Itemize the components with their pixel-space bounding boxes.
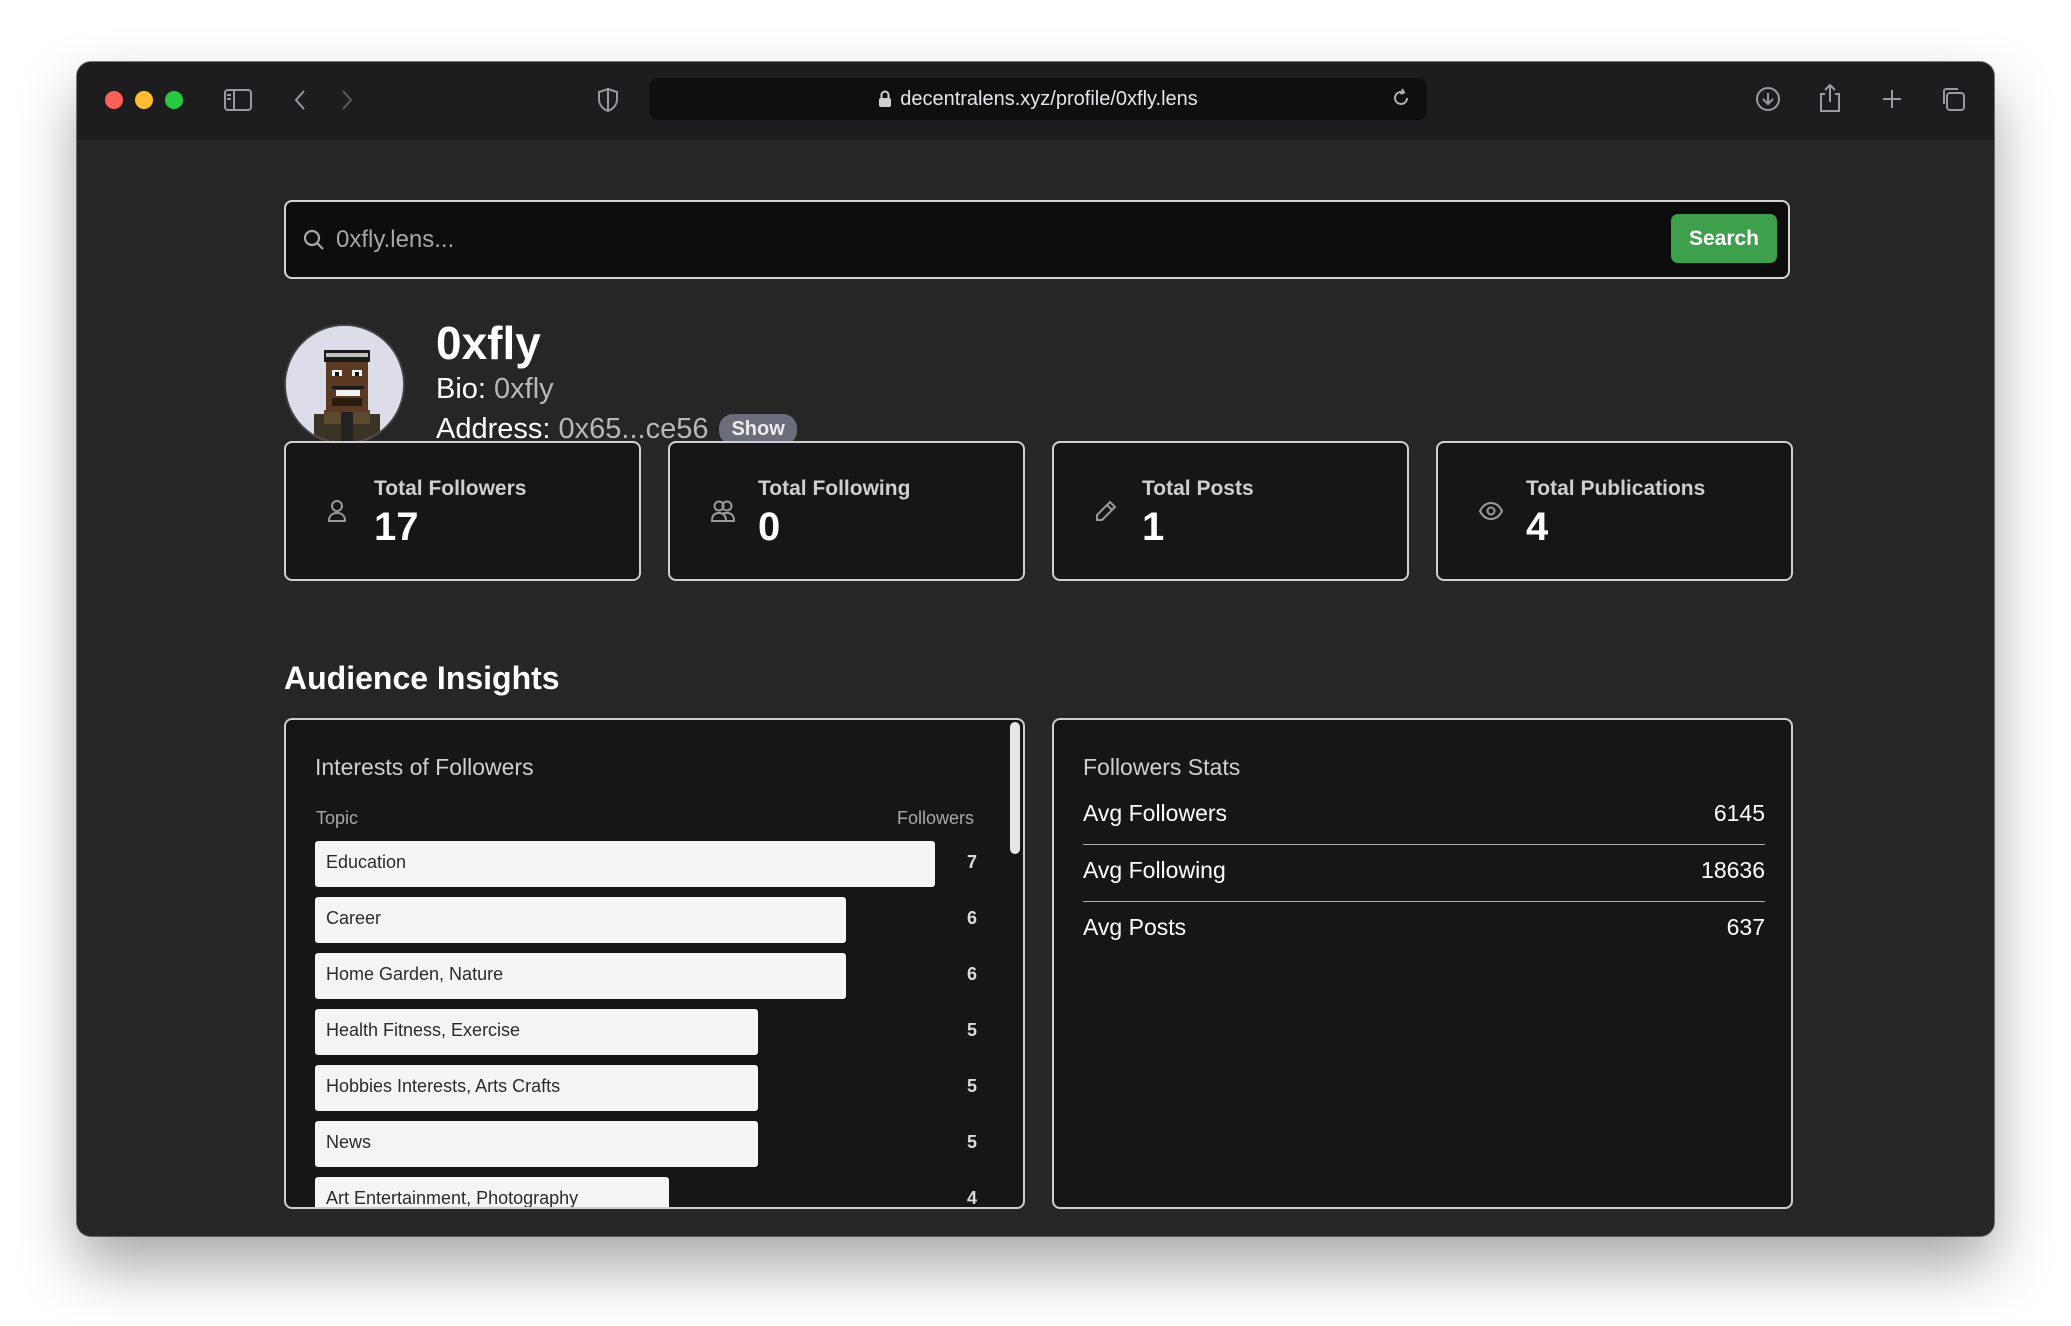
interest-bar <box>315 1121 758 1167</box>
profile-name: 0xfly <box>436 317 541 369</box>
forward-icon[interactable] <box>335 85 359 115</box>
interest-count: 5 <box>966 1132 977 1152</box>
interest-topic: Career <box>326 908 382 928</box>
interest-count: 6 <box>966 964 977 984</box>
column-header-topic: Topic <box>316 808 359 828</box>
interest-count: 5 <box>966 1020 977 1040</box>
interest-row: Hobbies Interests, Arts Crafts 5 <box>315 1065 977 1111</box>
interest-count: 5 <box>966 1076 977 1096</box>
stats-row-value: 637 <box>1726 914 1765 940</box>
search-button[interactable]: Search <box>1671 214 1777 263</box>
browser-toolbar: decentralens.xyz/profile/0xfly.lens <box>77 62 1994 140</box>
share-icon[interactable] <box>1815 81 1845 115</box>
interest-bar <box>315 841 935 887</box>
interest-topic: Health Fitness, Exercise <box>326 1020 521 1040</box>
minimize-window-button[interactable] <box>135 91 153 109</box>
bio-value: 0xfly <box>494 373 554 405</box>
stat-value: 0 <box>758 505 781 549</box>
shield-icon[interactable] <box>595 85 621 115</box>
stats-row: Avg Followers 6145 <box>1083 788 1765 845</box>
page-content: Search 0xfly Bio: 0xfly <box>77 140 1994 1236</box>
zoom-window-button[interactable] <box>165 91 183 109</box>
avatar <box>284 324 405 445</box>
sidebar-toggle-icon[interactable] <box>222 85 254 115</box>
back-icon[interactable] <box>288 85 312 115</box>
stats-row-label: Avg Followers <box>1083 800 1228 826</box>
stats-row-value: 18636 <box>1701 857 1765 883</box>
pencil-icon <box>1094 499 1118 528</box>
interest-row: Education 7 <box>315 841 977 887</box>
interest-topic: Education <box>326 852 407 872</box>
stats-row-label: Avg Posts <box>1083 914 1187 940</box>
scrollbar[interactable] <box>1010 722 1020 854</box>
address-bar[interactable]: decentralens.xyz/profile/0xfly.lens <box>649 78 1427 120</box>
stat-value: 17 <box>374 505 419 549</box>
users-icon <box>710 499 736 528</box>
interest-row: Career 6 <box>315 897 977 943</box>
section-title: Audience Insights <box>284 660 560 696</box>
tab-overview-icon[interactable] <box>1938 84 1968 114</box>
download-icon[interactable] <box>1753 84 1783 114</box>
new-tab-icon[interactable] <box>1877 84 1907 114</box>
panel-title: Interests of Followers <box>315 754 534 780</box>
search-bar: Search <box>284 200 1790 279</box>
search-input[interactable] <box>336 216 1636 264</box>
stats-row: Avg Posts 637 <box>1083 902 1765 959</box>
interest-row: News 5 <box>315 1121 977 1167</box>
close-window-button[interactable] <box>105 91 123 109</box>
interest-topic: Art Entertainment, Photography <box>326 1188 579 1208</box>
interest-topic: Hobbies Interests, Arts Crafts <box>326 1076 561 1096</box>
search-icon <box>302 228 326 257</box>
stat-label: Total Following <box>758 477 911 500</box>
interest-count: 4 <box>966 1188 977 1208</box>
bio-label: Bio: <box>436 373 486 405</box>
interest-row: Art Entertainment, Photography 4 <box>315 1177 977 1208</box>
interest-row: Health Fitness, Exercise 5 <box>315 1009 977 1055</box>
interest-topic: Home Garden, Nature <box>326 964 504 984</box>
followers-stats-panel: Followers Stats Avg Followers 6145 Avg F… <box>1052 718 1793 1209</box>
user-icon <box>326 499 348 528</box>
stats-row-value: 6145 <box>1713 800 1765 826</box>
stat-label: Total Publications <box>1526 477 1706 500</box>
interest-row: Home Garden, Nature 6 <box>315 953 977 999</box>
stat-card-posts: Total Posts 1 <box>1052 441 1409 581</box>
stat-card-followers: Total Followers 17 <box>284 441 641 581</box>
stat-label: Total Followers <box>374 477 527 500</box>
stats-row: Avg Following 18636 <box>1083 845 1765 902</box>
interest-bar <box>315 897 846 943</box>
stat-label: Total Posts <box>1142 477 1254 500</box>
panel-title: Followers Stats <box>1083 754 1241 780</box>
interest-count: 7 <box>966 852 977 872</box>
stat-value: 1 <box>1142 505 1165 549</box>
stat-value: 4 <box>1526 505 1549 549</box>
reload-icon[interactable] <box>1391 88 1411 114</box>
profile-bio: Bio: 0xfly <box>436 373 554 406</box>
url-text: decentralens.xyz/profile/0xfly.lens <box>900 87 1198 110</box>
browser-window: decentralens.xyz/profile/0xfly.lens Sear… <box>77 62 1994 1236</box>
column-header-followers: Followers <box>897 808 975 828</box>
lock-icon <box>878 90 892 108</box>
stat-card-following: Total Following 0 <box>668 441 1025 581</box>
interests-panel: Interests of Followers Topic Followers E… <box>284 718 1025 1209</box>
stat-card-publications: Total Publications 4 <box>1436 441 1793 581</box>
stats-row-label: Avg Following <box>1083 857 1226 883</box>
interest-topic: News <box>326 1132 372 1152</box>
eye-icon <box>1478 499 1504 528</box>
interest-count: 6 <box>966 908 977 928</box>
